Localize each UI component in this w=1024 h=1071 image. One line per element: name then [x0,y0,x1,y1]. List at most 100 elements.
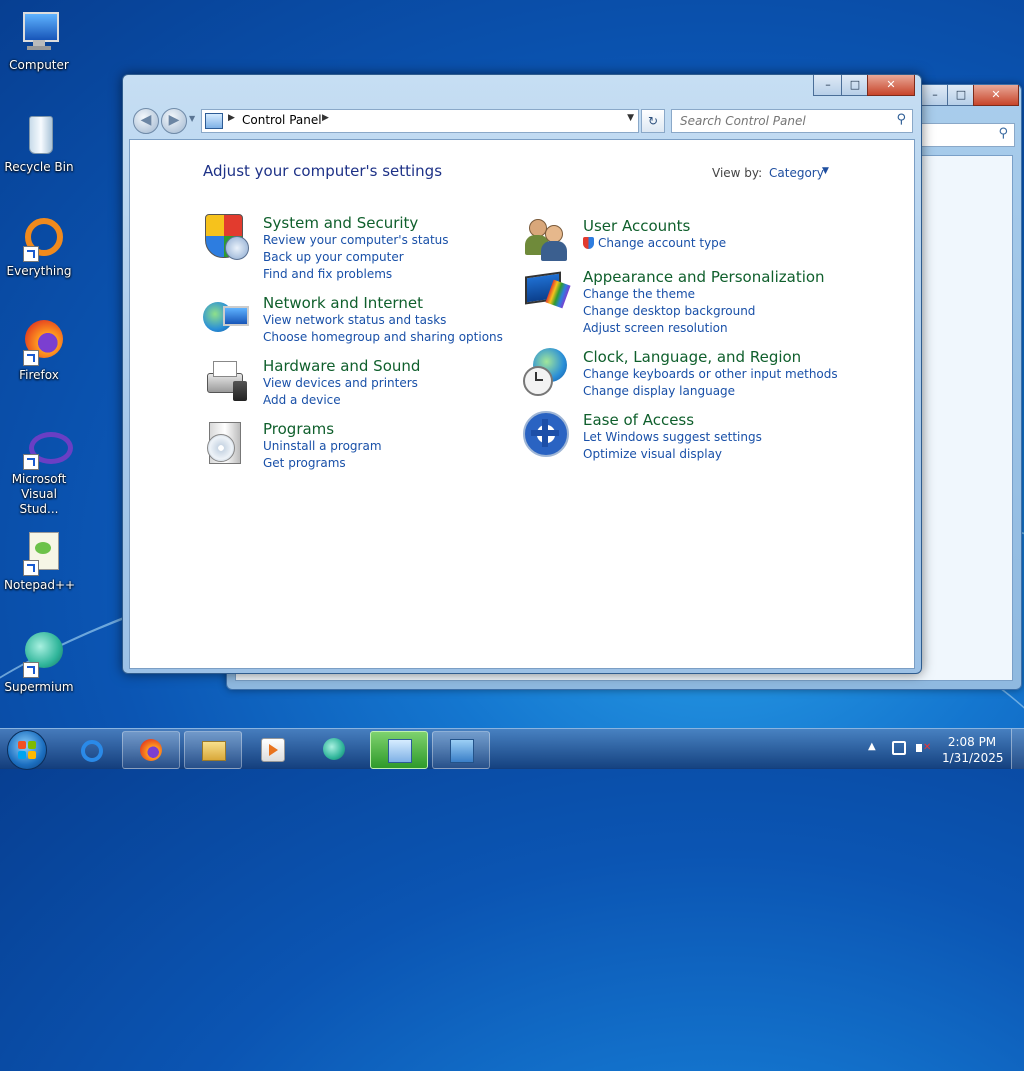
category-title[interactable]: System and Security [263,214,418,232]
category-link[interactable]: Find and fix problems [263,267,392,281]
category-title[interactable]: Programs [263,420,334,438]
computer-icon [15,8,63,56]
printer-icon [203,357,249,403]
desktop-icon-label: Computer [9,58,69,72]
taskbar-file-explorer[interactable] [184,731,242,769]
category-link[interactable]: Uninstall a program [263,439,382,453]
breadcrumb-control-panel[interactable]: Control Panel [242,113,322,127]
search-icon: ⚲ [998,126,1008,141]
notepadpp-icon [15,528,63,576]
category-title[interactable]: Ease of Access [583,411,694,429]
everything-icon [15,214,63,262]
maximize-button[interactable]: □ [841,75,869,96]
desktop-icon-everything[interactable]: Everything [4,214,74,279]
search-box[interactable]: ⚲ [671,109,913,133]
taskbar-firefox[interactable] [122,731,180,769]
category-link[interactable]: View network status and tasks [263,313,446,327]
category-link[interactable]: Get programs [263,456,346,470]
category-link[interactable]: Back up your computer [263,250,404,264]
start-button[interactable] [7,730,47,770]
recent-pages-dropdown[interactable]: ▼ [189,114,195,123]
category-link[interactable]: Change the theme [583,287,695,301]
clock-date: 1/31/2025 [942,751,1004,765]
chevron-down-icon[interactable]: ▼ [822,166,829,176]
search-input[interactable] [678,113,882,129]
desktop-icon-firefox[interactable]: Firefox [4,318,74,383]
category-title[interactable]: Clock, Language, and Region [583,348,801,366]
show-desktop-button[interactable] [1011,729,1024,769]
forward-button[interactable]: ▶ [161,108,187,134]
volume-muted-icon[interactable]: ✕ [916,741,931,755]
minimize-button[interactable]: – [813,75,843,96]
taskbar-control-panel[interactable] [370,731,428,769]
breadcrumb-separator-icon: ▶ [228,113,235,123]
desktop-icon-recycle-bin[interactable]: Recycle Bin [4,110,74,175]
address-bar[interactable]: ▶ Control Panel ▶ ▼ [201,109,639,133]
desktop-icon-supermium[interactable]: Supermium [4,630,74,695]
shortcut-arrow-icon [23,350,39,366]
category-link[interactable]: Change desktop background [583,304,755,318]
search-icon[interactable]: ⚲ [896,112,906,127]
back-search-box[interactable]: ⚲ [921,123,1015,147]
back-minimize-button[interactable]: – [921,85,949,106]
control-panel-window[interactable]: – □ ✕ ◀ ▶ ▼ ▶ Control Panel ▶ ▼ ↻ ⚲ Adju… [122,74,922,674]
control-panel-icon [205,113,223,129]
firefox-icon [140,739,162,761]
category-title[interactable]: Network and Internet [263,294,423,312]
appearance-monitor-icon [523,268,571,314]
desktop-icon-label: Recycle Bin [4,160,74,174]
windows-logo-icon [18,741,36,759]
network-tray-icon[interactable] [892,741,906,755]
category-link-change-account-type[interactable]: Change account type [583,236,726,250]
page-title: Adjust your computer's settings [203,162,443,180]
taskbar-internet-explorer[interactable] [62,731,118,767]
refresh-button[interactable]: ↻ [641,109,665,133]
show-hidden-icons-button[interactable]: ▲ [868,741,876,752]
category-link[interactable]: Optimize visual display [583,447,722,461]
taskbar-media-player[interactable] [244,731,300,767]
visual-studio-icon [15,422,73,470]
desktop-icon-label: Microsoft Visual Stud... [11,472,67,516]
taskbar-supermium[interactable] [306,731,362,767]
back-close-button[interactable]: ✕ [973,85,1019,106]
category-link[interactable]: Review your computer's status [263,233,449,247]
view-by-label: View by: [712,166,763,180]
back-button[interactable]: ◀ [133,108,159,134]
category-title[interactable]: Appearance and Personalization [583,268,825,286]
category-link[interactable]: Add a device [263,393,341,407]
media-player-icon [261,738,285,762]
shortcut-arrow-icon [23,454,39,470]
category-link[interactable]: Change display language [583,384,735,398]
control-panel-icon [388,739,412,763]
taskbar: ▲ ✕ 2:08 PM 1/31/2025 [0,728,1024,770]
category-link-text[interactable]: Change account type [598,236,726,250]
category-link[interactable]: View devices and printers [263,376,418,390]
desktop-icon-notepadpp[interactable]: Notepad++ [4,528,75,593]
user-accounts-icon [523,217,569,263]
system-clock[interactable]: 2:08 PM 1/31/2025 [942,734,1004,766]
folder-icon [202,741,226,761]
view-by-dropdown[interactable]: Category [769,166,824,180]
back-maximize-button[interactable]: □ [947,85,975,106]
breadcrumb-separator-icon[interactable]: ▶ [322,113,329,123]
desktop-icon-computer[interactable]: Computer [4,8,74,73]
category-link[interactable]: Choose homegroup and sharing options [263,330,503,344]
desktop-icon-label: Everything [6,264,72,278]
clock-time: 2:08 PM [947,735,997,749]
category-title[interactable]: User Accounts [583,217,690,235]
network-globe-icon [203,294,249,340]
close-button[interactable]: ✕ [867,75,915,96]
category-link[interactable]: Let Windows suggest settings [583,430,762,444]
programs-disc-icon [203,420,249,466]
uac-shield-icon [583,237,594,249]
category-link[interactable]: Change keyboards or other input methods [583,367,838,381]
address-dropdown-icon[interactable]: ▼ [627,113,634,123]
recycle-bin-icon [15,110,63,158]
remote-desktop-icon [450,739,474,763]
category-title[interactable]: Hardware and Sound [263,357,420,375]
taskbar-remote-desktop[interactable] [432,731,490,769]
desktop-icon-visual-studio[interactable]: Microsoft Visual Stud... [4,422,74,517]
internet-explorer-icon [81,740,103,762]
desktop-icon-label: Supermium [4,680,74,694]
category-link[interactable]: Adjust screen resolution [583,321,728,335]
